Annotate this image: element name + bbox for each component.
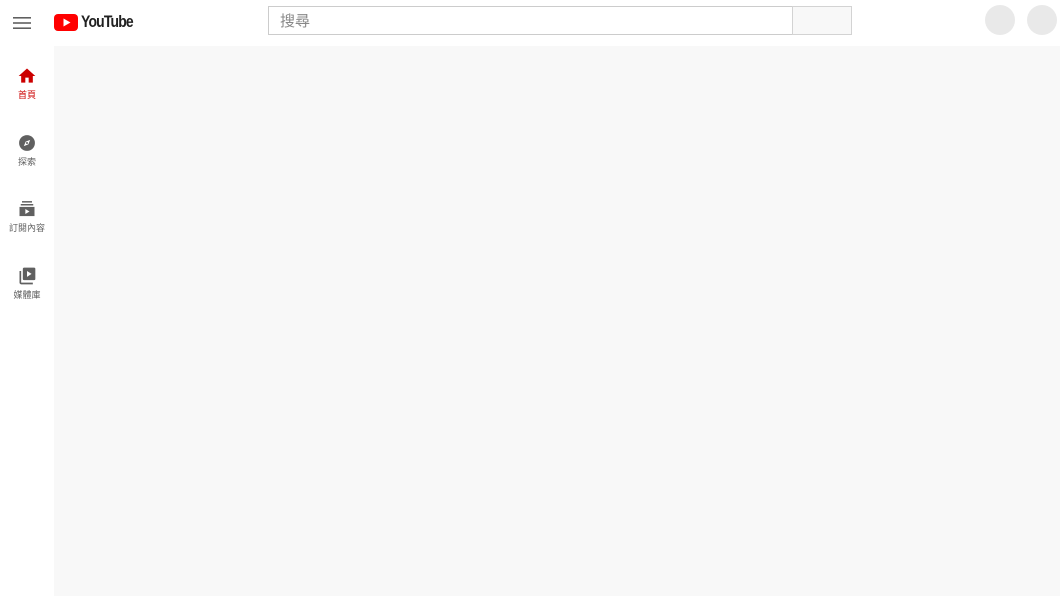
account-avatar-button[interactable] (1027, 5, 1057, 35)
youtube-app: YouTube 首頁 探索 (0, 0, 1060, 596)
logo-wordmark: YouTube (81, 12, 134, 31)
guide-item-label: 首頁 (17, 91, 36, 101)
mini-guide: 首頁 探索 訂閱內容 媒體庫 (0, 46, 54, 596)
library-icon (19, 267, 36, 285)
subscriptions-icon (19, 201, 35, 217)
guide-item-subscriptions[interactable]: 訂閱內容 (0, 199, 54, 257)
guide-item-explore[interactable]: 探索 (0, 133, 54, 191)
guide-item-library[interactable]: 媒體庫 (0, 266, 54, 324)
search-input[interactable] (280, 11, 781, 30)
guide-item-home[interactable]: 首頁 (0, 66, 54, 124)
search-box[interactable] (268, 6, 792, 35)
youtube-logo[interactable]: YouTube (54, 12, 144, 32)
guide-item-label: 探索 (17, 158, 36, 168)
guide-menu-button[interactable] (10, 11, 34, 35)
main-content (54, 46, 1060, 596)
guide-item-label: 媒體庫 (13, 291, 41, 301)
home-icon (18, 68, 36, 83)
compass-icon (19, 135, 35, 151)
search-button[interactable] (792, 6, 852, 35)
youtube-play-logo-icon (54, 13, 78, 31)
masthead: YouTube (0, 0, 1060, 46)
guide-item-label: 訂閱內容 (8, 224, 45, 234)
apps-button[interactable] (985, 5, 1015, 35)
hamburger-menu-icon (13, 17, 31, 29)
